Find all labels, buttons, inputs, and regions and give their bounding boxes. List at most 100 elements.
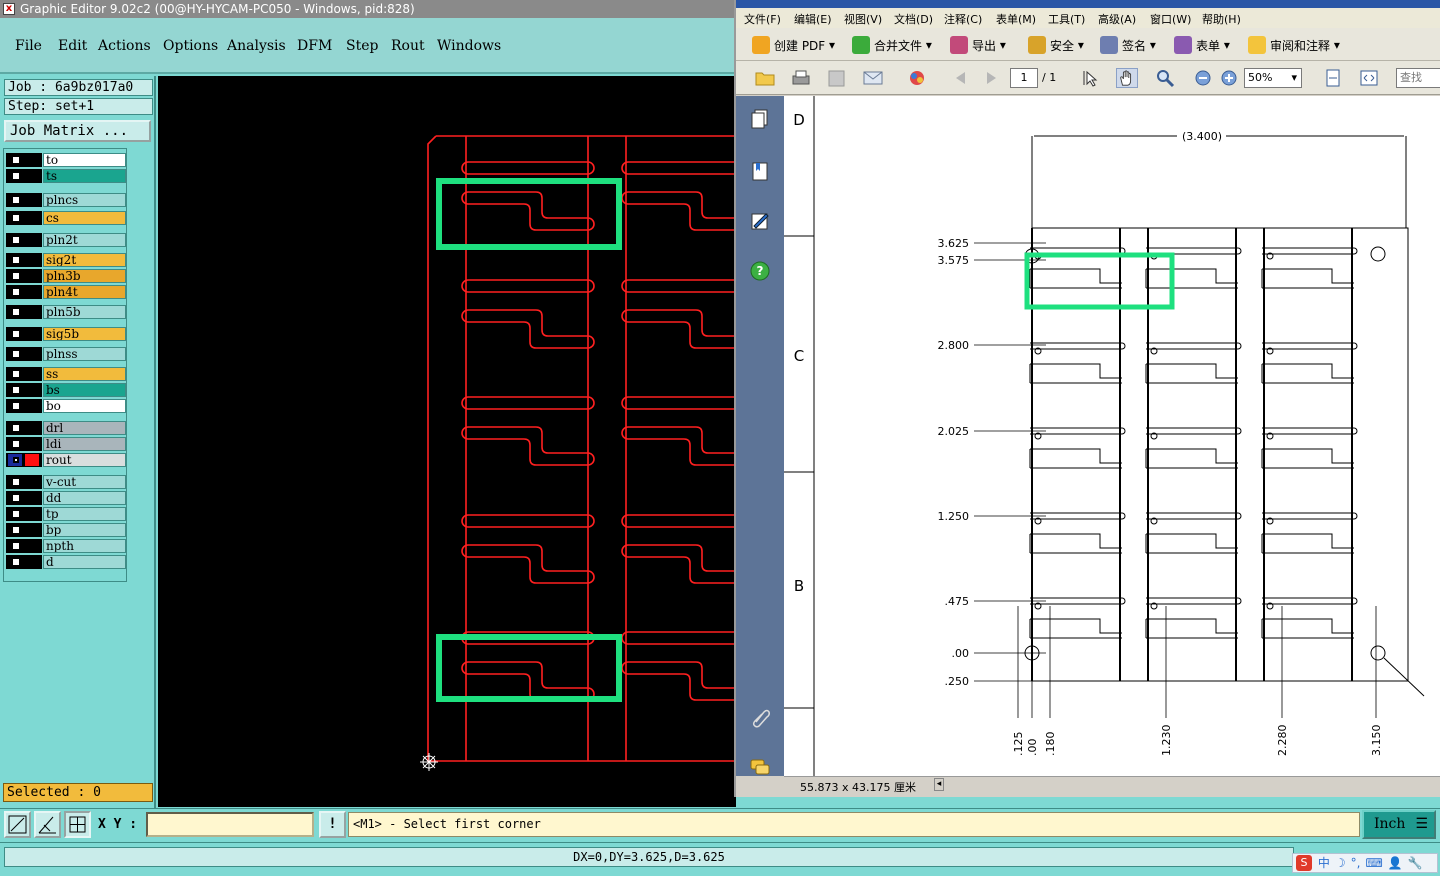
signatures-icon[interactable] (749, 210, 771, 232)
fit-width-icon[interactable] (1358, 68, 1380, 88)
layer-name[interactable]: ts (43, 169, 126, 183)
layer-checkbox[interactable] (11, 525, 21, 535)
layer-row-pln5b[interactable]: pln5b (6, 305, 126, 319)
prev-page-icon[interactable] (950, 68, 972, 88)
job-matrix-button[interactable]: Job Matrix ... (4, 120, 151, 142)
layer-name[interactable]: v-cut (43, 475, 126, 489)
open-folder-icon[interactable] (754, 68, 776, 88)
interrupt-button[interactable]: ! (319, 811, 346, 838)
layer-row-cs[interactable]: cs (6, 211, 126, 225)
tray-icon[interactable]: ⌨ (1365, 856, 1382, 870)
hand-tool-icon[interactable] (1116, 68, 1138, 88)
unit-toggle-button[interactable]: Inch ☰ (1362, 810, 1436, 839)
layer-row-bp[interactable]: bp (6, 523, 126, 537)
layer-name[interactable]: sig2t (43, 253, 126, 267)
layer-row-ss[interactable]: ss (6, 367, 126, 381)
acro-menu-advanced[interactable]: 高级(A) (1098, 11, 1136, 27)
menu-step[interactable]: Step (346, 38, 378, 54)
acro-menu-tools[interactable]: 工具(T) (1048, 11, 1085, 27)
layer-checkbox[interactable] (11, 195, 21, 205)
layer-name[interactable]: sig5b (43, 327, 126, 341)
help-icon[interactable]: ? (749, 260, 771, 282)
menu-dfm[interactable]: DFM (297, 38, 332, 54)
menu-file[interactable]: File (15, 38, 42, 54)
layer-name[interactable]: drl (43, 421, 126, 435)
layer-row-rout[interactable]: rout (6, 453, 126, 467)
xy-input[interactable] (146, 812, 314, 837)
layer-row-pln3b[interactable]: pln3b (6, 269, 126, 283)
menu-actions[interactable]: Actions (98, 38, 151, 54)
layer-name[interactable]: cs (43, 211, 126, 225)
marquee-zoom-icon[interactable] (1154, 68, 1176, 88)
layer-row-ts[interactable]: ts (6, 169, 126, 183)
tray-icon[interactable]: 中 (1318, 856, 1330, 870)
layer-name[interactable]: rout (43, 453, 126, 467)
combine-files-button[interactable]: 合并文件 ▾ (852, 34, 932, 56)
menu-windows[interactable]: Windows (437, 38, 501, 54)
page-number-input[interactable]: 1 (1010, 68, 1038, 88)
menu-options[interactable]: Options (163, 38, 218, 54)
layer-name[interactable]: tp (43, 507, 126, 521)
layer-row-v-cut[interactable]: v-cut (6, 475, 126, 489)
print-icon[interactable] (790, 68, 812, 88)
layer-name[interactable]: ldi (43, 437, 126, 451)
menu-edit[interactable]: Edit (58, 38, 87, 54)
layer-checkbox[interactable] (11, 235, 21, 245)
forms-button[interactable]: 表单 ▾ (1174, 34, 1230, 56)
security-button[interactable]: 安全 ▾ (1028, 34, 1084, 56)
layer-name[interactable]: pln5b (43, 305, 126, 319)
layer-row-plnss[interactable]: plnss (6, 347, 126, 361)
layer-checkbox[interactable] (11, 171, 21, 181)
layer-row-dd[interactable]: dd (6, 491, 126, 505)
layer-row-tp[interactable]: tp (6, 507, 126, 521)
layer-checkbox[interactable] (11, 255, 21, 265)
sign-button[interactable]: 签名 ▾ (1100, 34, 1156, 56)
tray-icon[interactable]: ☽ (1335, 856, 1346, 870)
color-tool-icon[interactable] (906, 68, 928, 88)
email-icon[interactable] (862, 68, 884, 88)
layer-checkbox[interactable] (11, 509, 21, 519)
layer-row-sig5b[interactable]: sig5b (6, 327, 126, 341)
layer-row-npth[interactable]: npth (6, 539, 126, 553)
zoom-out-icon[interactable] (1192, 68, 1214, 88)
pdf-page-view[interactable]: D C B (3.400) 3.625 3.575 2.800 2.025 1.250 .47… (784, 96, 1440, 776)
layer-name[interactable]: to (43, 153, 126, 167)
search-input[interactable]: 查找 (1396, 68, 1440, 88)
layer-checkbox[interactable] (11, 477, 21, 487)
layer-row-bo[interactable]: bo (6, 399, 126, 413)
acro-menu-forms[interactable]: 表单(M) (996, 11, 1036, 27)
select-tool-icon[interactable] (1080, 68, 1102, 88)
acro-menu-comments[interactable]: 注释(C) (944, 11, 982, 27)
layer-row-to[interactable]: to (6, 153, 126, 167)
layer-checkbox[interactable] (11, 155, 21, 165)
layer-checkbox[interactable] (13, 457, 19, 463)
layer-name[interactable]: bs (43, 383, 126, 397)
layer-row-pln2t[interactable]: pln2t (6, 233, 126, 247)
layer-name[interactable]: dd (43, 491, 126, 505)
layer-row-ldi[interactable]: ldi (6, 437, 126, 451)
acro-menu-edit[interactable]: 编辑(E) (794, 11, 832, 27)
menu-rout[interactable]: Rout (391, 38, 425, 54)
tray-icon[interactable]: 👤 (1388, 856, 1403, 870)
layer-checkbox[interactable] (11, 287, 21, 297)
fit-page-icon[interactable] (1322, 68, 1344, 88)
layer-name[interactable]: ss (43, 367, 126, 381)
layer-name[interactable]: pln4t (43, 285, 126, 299)
scroll-left-button[interactable]: ◂ (934, 778, 944, 791)
snap-mode-button[interactable] (4, 811, 31, 838)
layer-row-sig2t[interactable]: sig2t (6, 253, 126, 267)
acro-menu-view[interactable]: 视图(V) (844, 11, 882, 27)
layer-name[interactable]: pln2t (43, 233, 126, 247)
layer-checkbox[interactable] (11, 423, 21, 433)
acro-menu-help[interactable]: 帮助(H) (1202, 11, 1241, 27)
bookmarks-icon[interactable] (749, 160, 771, 182)
layer-checkbox[interactable] (11, 439, 21, 449)
zoom-in-icon[interactable] (1218, 68, 1240, 88)
export-button[interactable]: 导出 ▾ (950, 34, 1006, 56)
zoom-level-select[interactable]: 50% ▾ (1244, 68, 1302, 88)
layer-row-plncs[interactable]: plncs (6, 193, 126, 207)
acro-menu-file[interactable]: 文件(F) (744, 11, 781, 27)
ime-s-icon[interactable]: S (1296, 855, 1312, 871)
pages-icon[interactable] (749, 108, 771, 130)
menu-analysis[interactable]: Analysis (227, 38, 286, 54)
